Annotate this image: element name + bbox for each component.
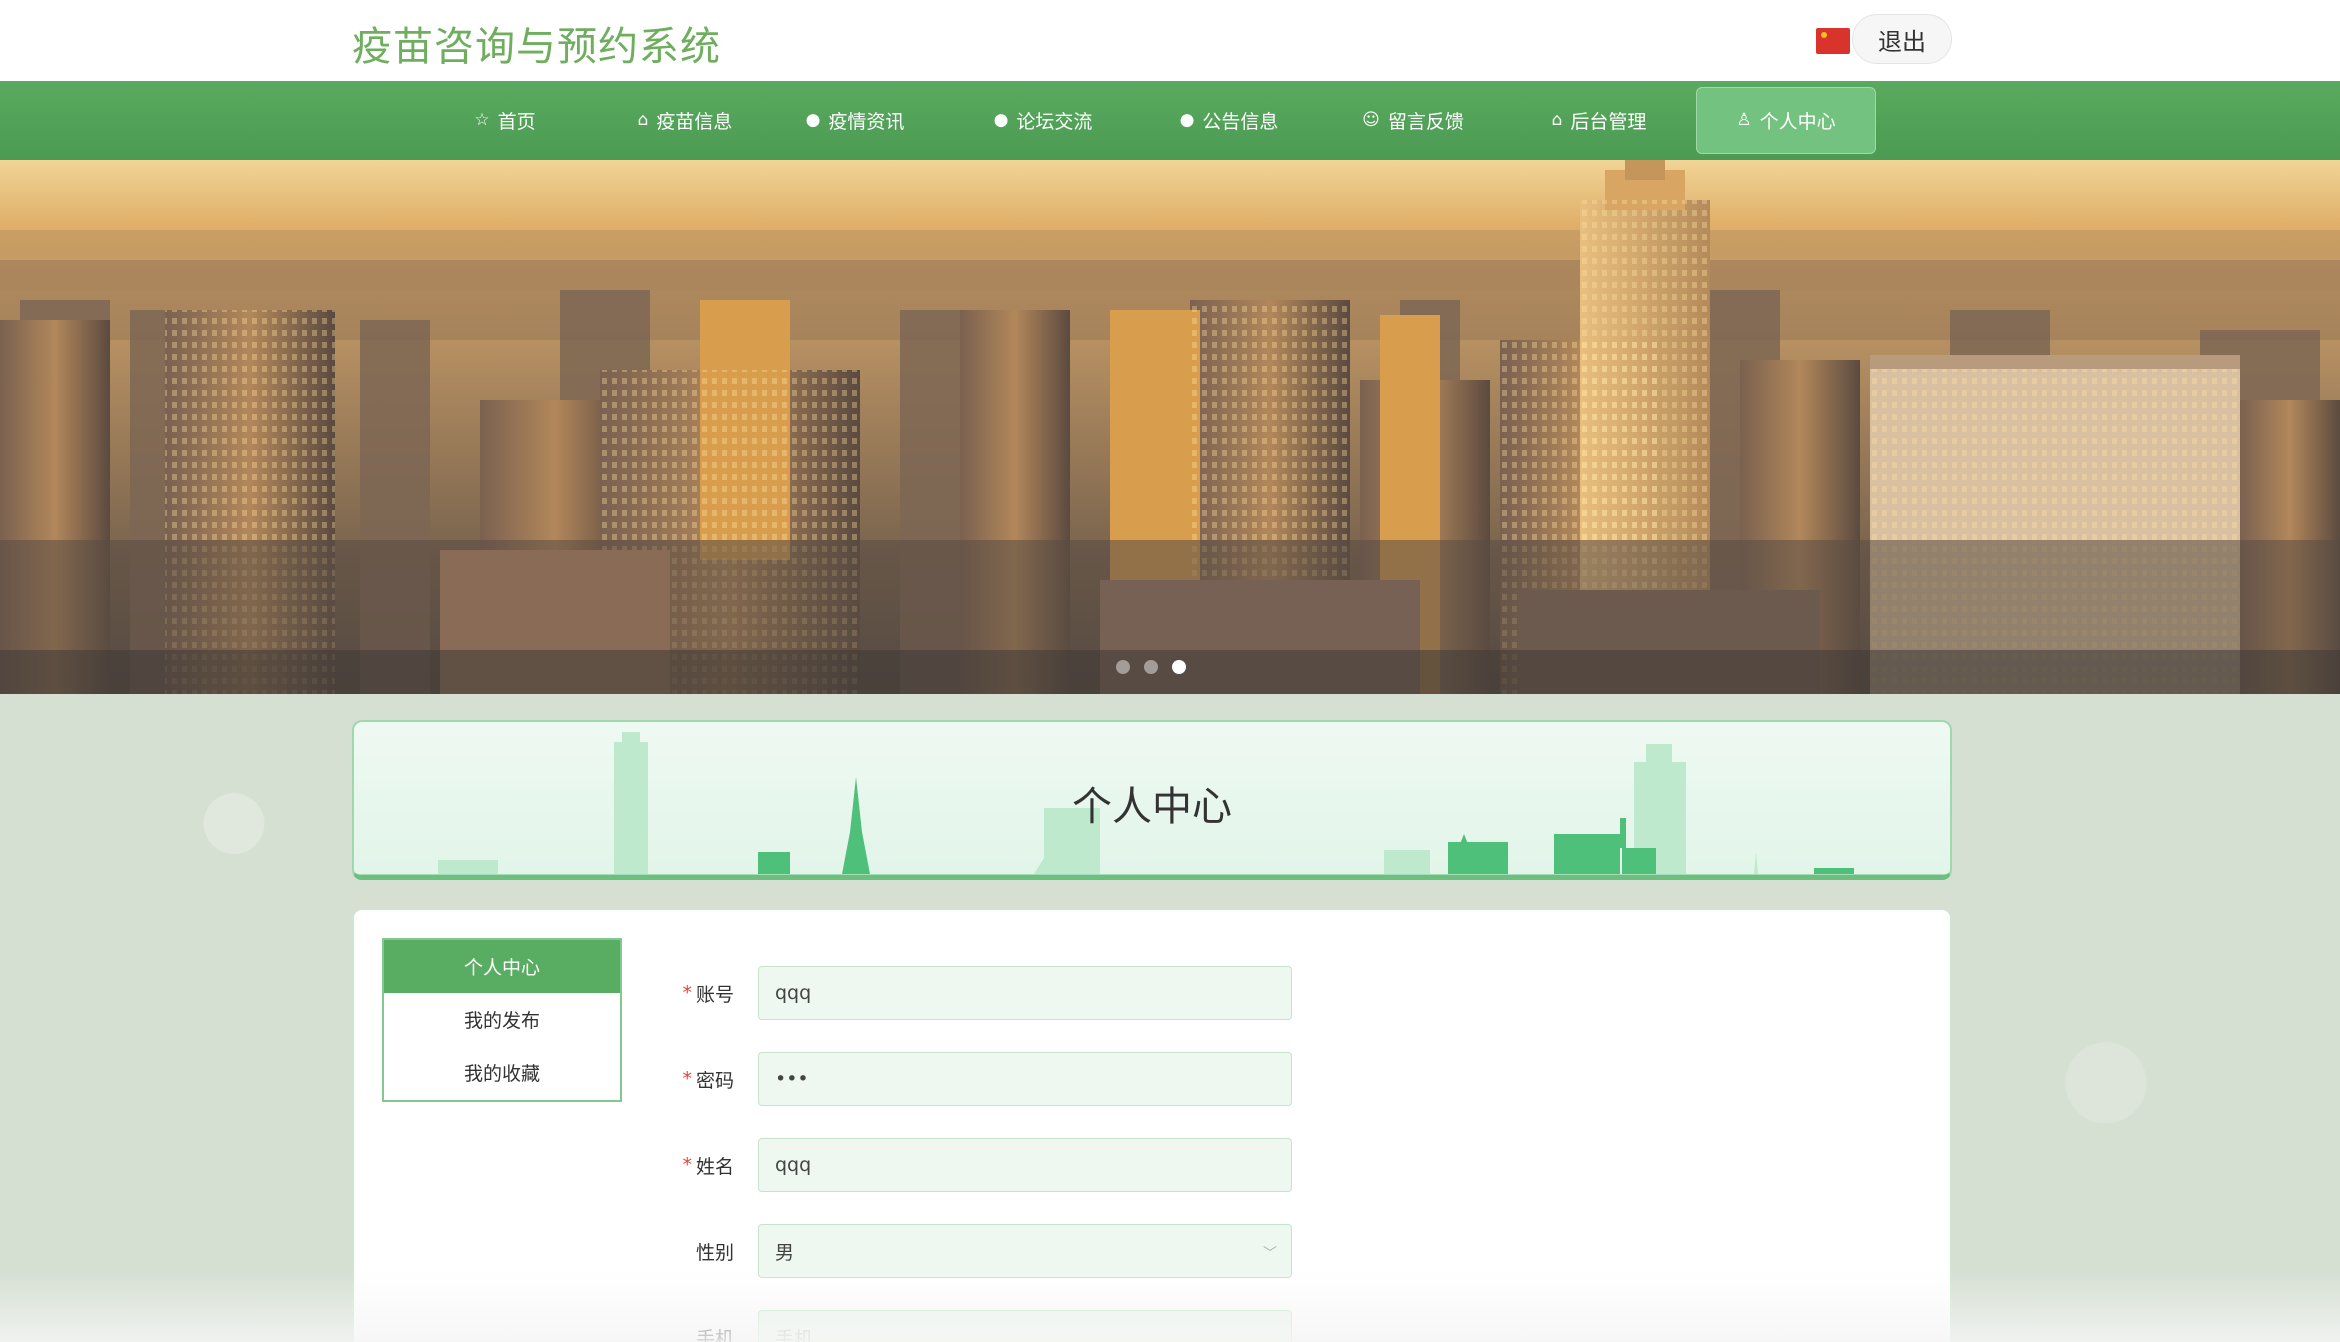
nav-item-vaccine-info[interactable]: ⌂ 疫苗信息 [600,87,770,154]
gender-select[interactable]: 男 ﹀ [758,1224,1292,1278]
bag-icon: ⌂ [637,110,649,130]
info-circle-icon: ● [805,110,821,130]
carousel-indicators [1116,660,1186,674]
china-flag-icon [1816,28,1850,54]
main-nav: ☆ 首页 ⌂ 疫苗信息 ● 疫情资讯 ● 论坛交流 ● 公告信息 ☺ 留言反馈 … [0,81,2340,160]
password-label-text: 密码 [695,1069,734,1092]
carousel-dot[interactable] [1116,660,1130,674]
name-label-text: 姓名 [695,1155,734,1178]
star-icon: ☆ [474,110,490,130]
personal-center-panel: 个人中心 我的发布 我的收藏 * 账号 qqq * 密码 ••• * 姓名 qq… [352,908,1952,1342]
question-circle-icon: ● [993,110,1009,130]
top-header: 疫苗咨询与预约系统 退出 [0,0,2340,81]
account-label: * 账号 [654,966,746,1020]
required-asterisk: * [682,1068,692,1090]
nav-item-admin[interactable]: ⌂ 后台管理 [1534,87,1664,154]
side-menu-item-my-favorites[interactable]: 我的收藏 [384,1046,620,1099]
user-icon: ♙ [1736,110,1752,130]
account-label-text: 账号 [695,983,734,1006]
shop-icon: ⌂ [1551,110,1563,130]
carousel-dot-active[interactable] [1172,660,1186,674]
nav-item-label: 后台管理 [1570,111,1647,133]
nav-item-personal-center[interactable]: ♙ 个人中心 [1696,87,1876,154]
required-asterisk: * [682,1154,692,1176]
account-input[interactable]: qqq [758,966,1292,1020]
name-input[interactable]: qqq [758,1138,1292,1192]
password-input[interactable]: ••• [758,1052,1292,1106]
nav-item-feedback[interactable]: ☺ 留言反馈 [1348,87,1478,154]
nav-item-label: 个人中心 [1759,111,1836,133]
nav-item-announcements[interactable]: ● 公告信息 [1164,87,1294,154]
side-menu: 个人中心 我的发布 我的收藏 [382,938,622,1102]
nav-item-label: 疫情资讯 [828,111,905,133]
nav-item-home[interactable]: ☆ 首页 [440,87,570,154]
page-title-card: 个人中心 [352,720,1952,880]
hero-banner [0,160,2340,694]
nav-item-label: 首页 [497,111,536,133]
city-skyline-image [0,160,2340,694]
side-menu-item-my-posts[interactable]: 我的发布 [384,993,620,1046]
info-circle-icon: ● [1179,110,1195,130]
nav-item-label: 留言反馈 [1387,111,1464,133]
nav-item-label: 论坛交流 [1016,111,1093,133]
nav-item-epidemic-news[interactable]: ● 疫情资讯 [790,87,920,154]
gender-label: 性别 [654,1224,746,1278]
password-label: * 密码 [654,1052,746,1106]
name-label: * 姓名 [654,1138,746,1192]
gender-select-value: 男 [775,1241,795,1264]
site-title: 疫苗咨询与预约系统 [352,24,721,70]
gender-label-text: 性别 [695,1241,734,1264]
nav-item-label: 公告信息 [1202,111,1279,133]
phone-input[interactable]: 手机 [758,1310,1292,1342]
nav-item-label: 疫苗信息 [656,111,733,133]
carousel-dot[interactable] [1144,660,1158,674]
side-menu-item-personal-center[interactable]: 个人中心 [384,940,620,993]
nav-item-forum[interactable]: ● 论坛交流 [978,87,1108,154]
smile-icon: ☺ [1362,110,1380,130]
chevron-down-icon: ﹀ [1263,1246,1277,1262]
phone-label: 手机 [654,1310,746,1342]
logout-button[interactable]: 退出 [1852,14,1952,64]
page-title: 个人中心 [1072,784,1232,830]
required-asterisk: * [682,982,692,1004]
phone-label-text: 手机 [695,1327,734,1342]
